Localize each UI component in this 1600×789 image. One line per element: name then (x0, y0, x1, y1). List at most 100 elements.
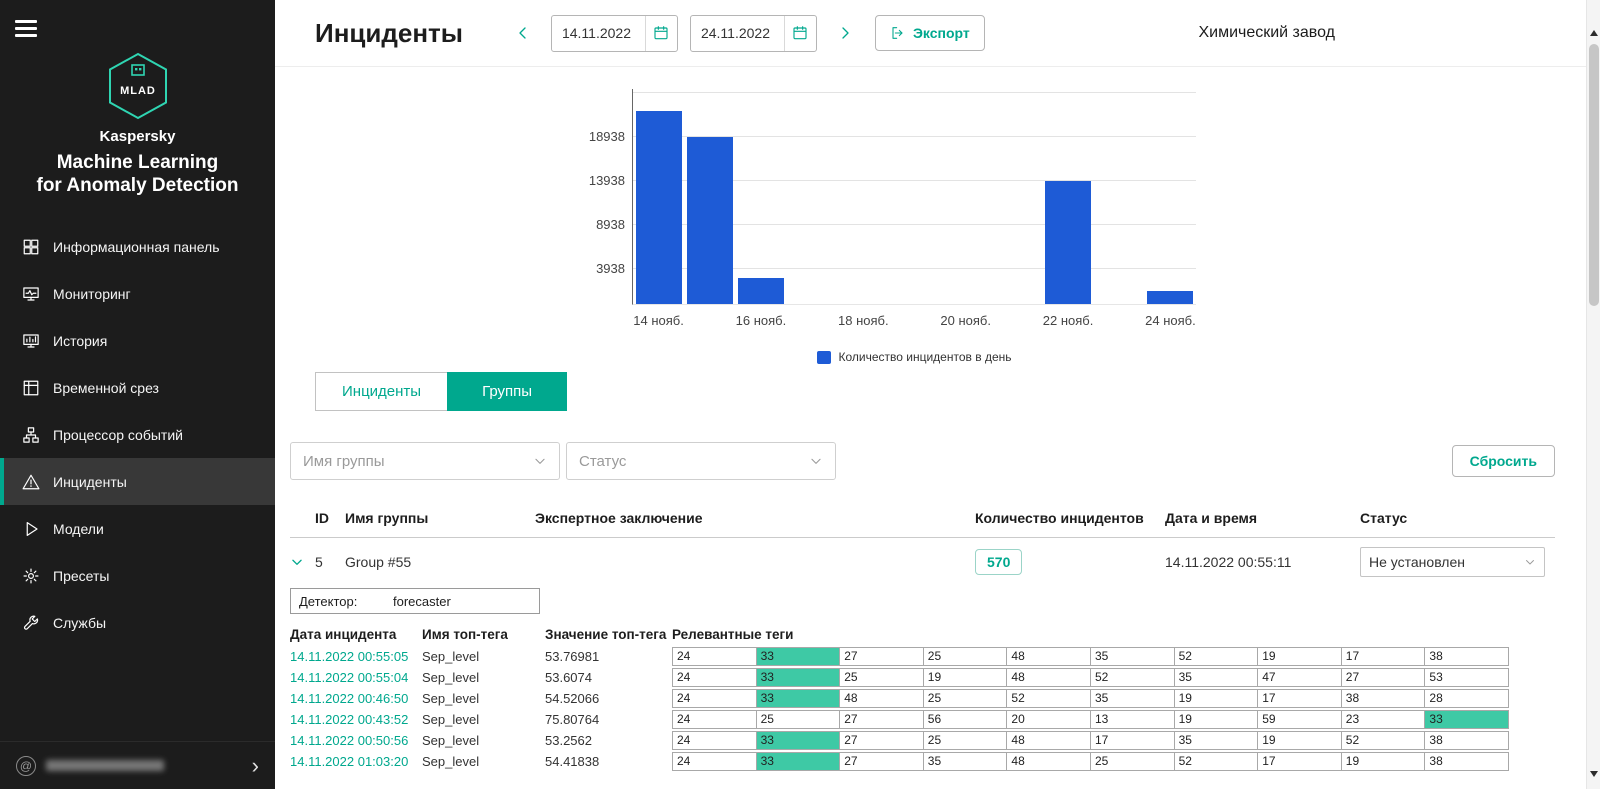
tag-cell: 38 (1342, 689, 1426, 708)
incident-date-link[interactable]: 14.11.2022 00:46:50 (290, 691, 422, 706)
tab-incidents[interactable]: Инциденты (315, 372, 448, 411)
export-button[interactable]: Экспорт (875, 15, 985, 51)
status-filter-select[interactable]: Статус (566, 442, 836, 480)
sidebar-item-models[interactable]: Модели (0, 505, 275, 552)
tag-cell: 33 (757, 752, 841, 771)
chevron-down-icon (1524, 556, 1536, 568)
calendar-icon[interactable] (645, 16, 677, 51)
chart-bar (738, 278, 784, 304)
top-tag-value: 54.52066 (545, 691, 672, 706)
next-period-button[interactable] (837, 25, 853, 41)
sidebar-item-time-slice[interactable]: Временной срез (0, 364, 275, 411)
y-axis-tick: 8938 (571, 218, 625, 232)
col-group-name: Имя группы (345, 510, 535, 526)
chart-legend: Количество инцидентов в день (632, 350, 1196, 364)
tag-cell: 20 (1007, 710, 1091, 729)
date-to-input[interactable]: 24.11.2022 (690, 15, 817, 52)
incident-row: 14.11.2022 00:43:52Sep_level75.807642425… (290, 710, 1509, 729)
incident-date-link[interactable]: 14.11.2022 01:03:20 (290, 754, 422, 769)
incidents-icon (22, 473, 40, 491)
top-tag-name: Sep_level (422, 733, 545, 748)
prev-period-button[interactable] (515, 25, 531, 41)
col-top-tag: Имя топ-тега (422, 627, 545, 642)
tag-cell: 24 (673, 731, 757, 750)
tag-cell: 19 (1258, 647, 1342, 666)
x-axis-tick: 24 нояб. (1145, 313, 1196, 328)
col-id: ID (315, 510, 345, 526)
sidebar-item-label: Инциденты (53, 474, 127, 490)
history-icon (22, 332, 40, 350)
y-axis-tick: 3938 (571, 262, 625, 276)
tag-cell: 52 (1091, 668, 1175, 687)
tag-cell: 24 (673, 668, 757, 687)
incident-row: 14.11.2022 00:55:05Sep_level53.769812433… (290, 647, 1509, 666)
sidebar-item-label: История (53, 333, 107, 349)
tag-cell: 48 (1007, 668, 1091, 687)
reset-button[interactable]: Сбросить (1452, 445, 1555, 477)
group-name-select[interactable]: Имя группы (290, 442, 560, 480)
tag-cell: 17 (1342, 647, 1426, 666)
event-processor-icon (22, 426, 40, 444)
tab-groups[interactable]: Группы (447, 372, 567, 411)
tag-cell: 27 (840, 710, 924, 729)
group-datetime: 14.11.2022 00:55:11 (1165, 554, 1360, 570)
scroll-down-icon[interactable] (1590, 771, 1598, 781)
scroll-up-icon[interactable] (1590, 26, 1598, 36)
export-icon (890, 25, 906, 41)
incident-date-link[interactable]: 14.11.2022 00:43:52 (290, 712, 422, 727)
tag-cell: 52 (1007, 689, 1091, 708)
tag-cell: 25 (757, 710, 841, 729)
date-from-input[interactable]: 14.11.2022 (551, 15, 678, 52)
group-name-placeholder: Имя группы (303, 453, 385, 470)
tag-cell: 24 (673, 689, 757, 708)
incident-count-badge[interactable]: 570 (975, 549, 1022, 575)
tag-cell: 27 (840, 647, 924, 666)
incident-date-link[interactable]: 14.11.2022 00:55:05 (290, 649, 422, 664)
x-axis-tick: 16 нояб. (736, 313, 787, 328)
incident-date-link[interactable]: 14.11.2022 00:55:04 (290, 670, 422, 685)
logo-text: MLAD (120, 85, 156, 97)
collapse-row-icon[interactable] (290, 555, 304, 569)
tag-cell: 48 (1007, 752, 1091, 771)
product-line1: Machine Learning (57, 152, 219, 173)
col-top-tag-value: Значение топ-тега (545, 627, 672, 642)
tag-cell: 38 (1425, 752, 1509, 771)
site-name: Химический завод (1198, 24, 1335, 42)
incident-row: 14.11.2022 00:46:50Sep_level54.520662433… (290, 689, 1509, 708)
sidebar-item-event-processor[interactable]: Процессор событий (0, 411, 275, 458)
scrollbar[interactable] (1586, 0, 1600, 789)
date-from-value: 14.11.2022 (552, 25, 645, 41)
date-to-value: 24.11.2022 (691, 25, 784, 41)
sidebar-item-label: Информационная панель (53, 239, 220, 255)
sidebar-item-label: Службы (53, 615, 106, 631)
status-dropdown[interactable]: Не установлен (1360, 547, 1545, 577)
sidebar-item-monitoring[interactable]: Мониторинг (0, 270, 275, 317)
sidebar-item-dashboard[interactable]: Информационная панель (0, 223, 275, 270)
tag-cell: 48 (1007, 731, 1091, 750)
chart-plot: 39388938139381893814 нояб.16 нояб.18 ноя… (632, 89, 1196, 305)
incident-date-link[interactable]: 14.11.2022 00:50:56 (290, 733, 422, 748)
menu-icon[interactable] (15, 16, 37, 41)
sidebar-item-services[interactable]: Службы (0, 599, 275, 646)
tag-cell: 33 (757, 689, 841, 708)
tag-cell: 23 (1342, 710, 1426, 729)
relevant-tags: 24252756201319592333 (672, 710, 1509, 729)
sidebar-item-incidents[interactable]: Инциденты (0, 458, 275, 505)
relevant-tags: 24332519485235472753 (672, 668, 1509, 687)
top-tag-name: Sep_level (422, 691, 545, 706)
chevron-down-icon (533, 454, 547, 468)
monitoring-icon (22, 285, 40, 303)
tag-cell: 19 (1258, 731, 1342, 750)
x-axis-tick: 14 нояб. (633, 313, 684, 328)
sidebar-item-history[interactable]: История (0, 317, 275, 364)
sidebar-item-label: Модели (53, 521, 104, 537)
tag-cell: 28 (1425, 689, 1509, 708)
sidebar-item-presets[interactable]: Пресеты (0, 552, 275, 599)
calendar-icon[interactable] (784, 16, 816, 51)
user-account-row[interactable]: @ › (0, 741, 275, 789)
detector-label: Детектор: (291, 594, 393, 609)
chart-bar (636, 111, 682, 304)
tag-cell: 19 (924, 668, 1008, 687)
scrollbar-thumb[interactable] (1589, 44, 1599, 306)
tag-cell: 52 (1175, 752, 1259, 771)
